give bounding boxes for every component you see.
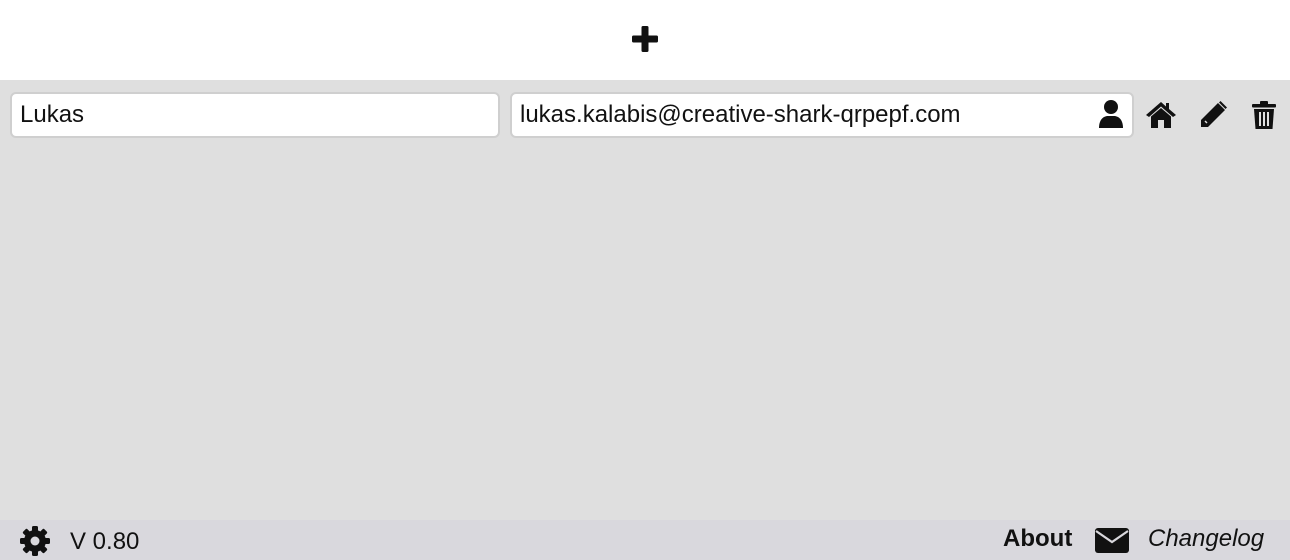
version-label: V 0.80 [70, 528, 140, 555]
email-input[interactable] [510, 92, 1134, 138]
entries-area [0, 80, 1290, 520]
add-entry-button[interactable] [625, 19, 665, 59]
entry-row [10, 92, 1280, 138]
name-input[interactable] [10, 92, 500, 138]
pencil-icon [1201, 101, 1227, 127]
home-button[interactable] [1144, 98, 1178, 132]
delete-button[interactable] [1247, 98, 1281, 132]
edit-button[interactable] [1196, 98, 1230, 132]
envelope-icon[interactable] [1094, 525, 1130, 555]
footer-bar: V 0.80 About Changelog [0, 520, 1290, 560]
person-icon[interactable] [1096, 99, 1126, 129]
trash-icon [1252, 101, 1276, 129]
home-icon [1146, 102, 1176, 128]
changelog-link[interactable]: Changelog [1148, 525, 1264, 553]
about-link[interactable]: About [1003, 525, 1072, 553]
plus-icon [632, 26, 658, 52]
top-toolbar [0, 0, 1290, 80]
gear-icon[interactable] [19, 525, 51, 557]
